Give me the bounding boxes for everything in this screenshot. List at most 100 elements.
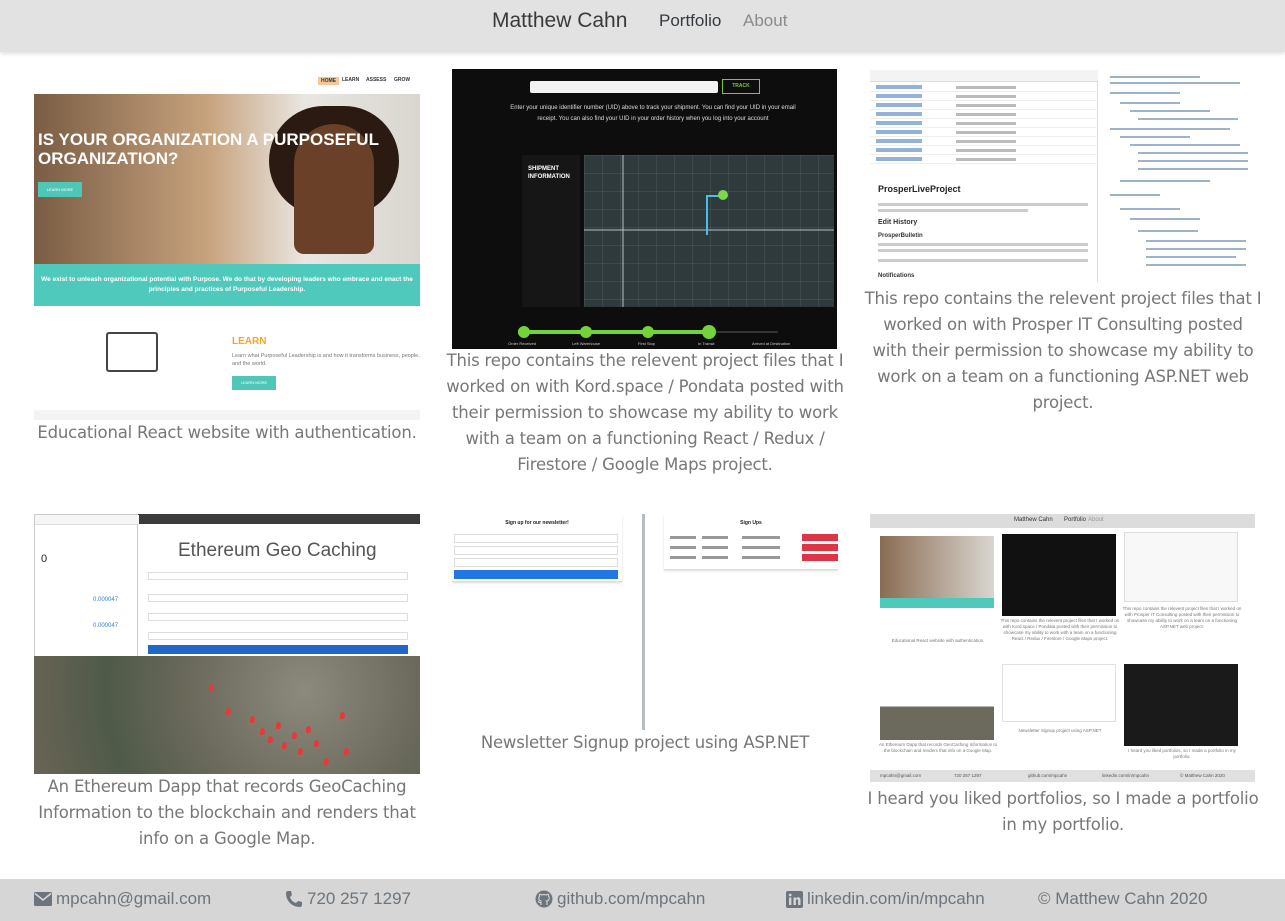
metamask-amount: 0.000047: [93, 597, 119, 603]
thumb-band-text: We exist to unleash organizational poten…: [34, 264, 420, 306]
github-icon: [535, 890, 553, 908]
map-marker-icon: [314, 740, 319, 747]
mini-caption: This repo contains the relevent project …: [1122, 606, 1242, 629]
thumb-unsubscribe-button: [802, 554, 838, 561]
thumb-nav: HOME LEARN ASSESS GROW: [34, 70, 420, 94]
envelope-icon: [34, 892, 52, 906]
thumb-panel-title: SHIPMENT INFORMATION: [528, 166, 570, 180]
thumb-submit-button: [454, 570, 618, 579]
thumb-signup-form: Sign up for our newsletter!: [452, 514, 622, 582]
thumb-track-button: TRACK: [722, 79, 760, 94]
map-marker-icon: [209, 684, 214, 691]
thumb-satellite-map: [34, 656, 420, 774]
thumb-section-text: Learn what Purposeful Leadership is and …: [232, 353, 420, 367]
project-thumbnail[interactable]: Sign up for our newsletter! Sign Ups: [452, 514, 838, 730]
phone-icon: [286, 891, 302, 907]
map-road: [622, 155, 624, 307]
metamask-amount: 0.000047: [93, 623, 119, 629]
brand-link[interactable]: Matthew Cahn: [492, 9, 627, 33]
thumb-section-title: LEARN: [232, 336, 267, 347]
thumb-mini-link: Portfolio: [1064, 517, 1087, 523]
repo-file-row: [870, 93, 1098, 101]
project-thumbnail[interactable]: ProsperLiveProject Edit History ProsperB…: [870, 70, 1255, 282]
thumb-readme-subsection: ProsperBulletin: [878, 233, 923, 239]
progress-step-label: Left Warehouse: [572, 341, 601, 346]
repo-file-row: [870, 138, 1098, 146]
project-caption: I heard you liked portfolios, so I made …: [867, 789, 1259, 834]
map-marker-icon: [268, 736, 273, 743]
project-thumbnail[interactable]: Matthew Cahn Portfolio About Educational…: [870, 514, 1255, 786]
progress-step-dot: [642, 326, 654, 338]
footer-github-link[interactable]: github.com/mpcahn: [535, 889, 705, 909]
footer-linkedin: linkedin.com/in/mpcahn: [807, 889, 985, 908]
mini-caption: An Ethereum Dapp that records GeoCaching…: [878, 742, 998, 753]
mini-thumbnail: [1002, 664, 1116, 722]
map-marker-icon: [250, 716, 255, 723]
thumb-form-field: [148, 594, 408, 602]
project-caption: This repo contains the relevent project …: [864, 289, 1262, 412]
footer-email-link[interactable]: mpcahn@gmail.com: [34, 889, 211, 909]
footer-email: mpcahn@gmail.com: [56, 889, 212, 908]
map-marker-icon: [306, 726, 311, 733]
thumb-mini-link: About: [1088, 517, 1104, 523]
nav-link-about[interactable]: About: [743, 11, 787, 31]
repo-file-row: [870, 102, 1098, 110]
metamask-header: [35, 515, 139, 525]
readme-line: [878, 243, 1088, 246]
nav-link-portfolio[interactable]: Portfolio: [659, 11, 721, 31]
progress-step-label: Arrived at Destination: [752, 341, 791, 346]
mini-thumbnail: [1124, 664, 1238, 746]
thumb-metamask-popup: 0 0.000047 0.000047 REJECT CONFIRM: [34, 514, 139, 674]
thumb-input: [454, 546, 618, 555]
mini-thumbnail: [880, 536, 994, 608]
thumb-mini-footer: mpcahn@gmail.com 720 257 1297 github.com…: [870, 770, 1255, 782]
thumb-app-title: Ethereum Geo Caching: [178, 540, 377, 561]
readme-line: [878, 209, 1028, 212]
map-marker-icon: [340, 712, 345, 719]
repo-file-row: [870, 84, 1098, 92]
map-marker-icon: [260, 728, 265, 735]
thumb-nav-home: HOME: [318, 77, 339, 85]
project-thumbnail[interactable]: TRACK Enter your unique identifier numbe…: [452, 69, 837, 349]
thumb-mini-brand: Matthew Cahn: [1014, 517, 1053, 523]
map-marker-icon: [298, 748, 303, 755]
mini-caption: I heard you liked portfolios, so I made …: [1128, 748, 1236, 759]
thumb-learn-more-button: LEARN MORE: [38, 182, 82, 197]
footer-linkedin-link[interactable]: linkedin.com/in/mpcahn: [786, 889, 985, 909]
repo-file-row: [870, 111, 1098, 119]
thumb-signup-title: Sign up for our newsletter!: [505, 520, 569, 526]
thumb-section-button: LEARN MORE: [232, 376, 276, 390]
map-pin-icon: [718, 190, 728, 200]
project-caption: An Ethereum Dapp that records GeoCaching…: [38, 777, 416, 848]
progress-step-label: Order Received: [508, 341, 537, 346]
project-caption: This repo contains the relevent project …: [446, 351, 844, 474]
map-marker-icon: [324, 758, 329, 765]
thumb-submit-button: [148, 645, 408, 654]
thumb-divider: [642, 514, 645, 730]
footer-phone: 720 257 1297: [307, 889, 411, 908]
progress-step-dot: [518, 326, 530, 338]
project-caption: Educational React website with authentic…: [37, 423, 417, 442]
map-marker-icon: [292, 732, 297, 739]
thumb-learn-section: LEARN Learn what Purposeful Leadership i…: [34, 306, 420, 410]
thumb-nav-grow: GROW: [394, 77, 411, 83]
thumb-form-field: [148, 632, 408, 640]
mini-caption: Newsletter Signup project using ASP.NET: [1018, 728, 1102, 733]
thumb-nav-learn: LEARN: [342, 77, 360, 83]
thumb-code-panel: [1098, 70, 1255, 282]
project-thumbnail[interactable]: HOME LEARN ASSESS GROW IS YOUR ORGANIZAT…: [34, 70, 420, 420]
progress-step-label: First Stop: [638, 341, 656, 346]
repo-file-row: [870, 120, 1098, 128]
mini-thumbnail: [880, 666, 994, 740]
thumb-form-field: [148, 572, 408, 580]
readme-line: [878, 259, 1088, 262]
readme-line: [878, 203, 1088, 206]
project-thumbnail[interactable]: 0 0.000047 0.000047 REJECT CONFIRM Ether…: [34, 514, 420, 774]
thumb-repo-toolbar: [870, 70, 1098, 82]
mini-caption: This repo contains the relevent project …: [1000, 618, 1120, 641]
thumb-nav-assess: ASSESS: [366, 77, 387, 83]
footer-phone-link[interactable]: 720 257 1297: [285, 889, 411, 909]
thumb-signups-table: Sign Ups: [664, 514, 838, 570]
thumb-form-field: [148, 613, 408, 621]
thumb-readme-section: Edit History: [878, 219, 918, 226]
